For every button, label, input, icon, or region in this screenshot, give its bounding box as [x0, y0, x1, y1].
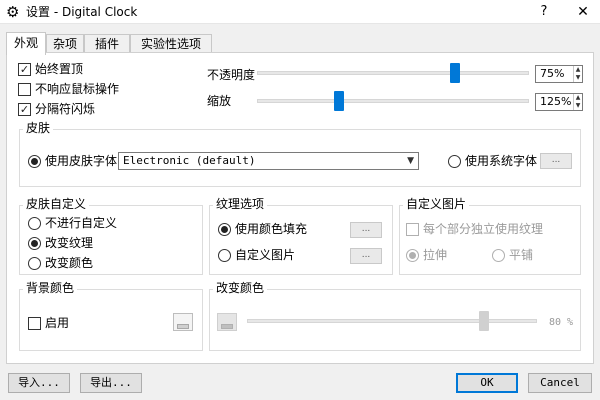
ignore-mouse-checkbox[interactable] — [18, 83, 31, 96]
zoom-label: 缩放 — [207, 94, 232, 108]
per-part-texture-label: 每个部分独立使用纹理 — [423, 222, 544, 236]
color-fill-button[interactable]: ... — [350, 222, 382, 238]
opacity-spinbox[interactable]: 75% ▲ ▼ — [535, 65, 583, 83]
import-button[interactable]: 导入... — [8, 373, 70, 393]
opacity-value: 75% — [540, 67, 565, 80]
use-system-font-radio[interactable] — [448, 155, 461, 168]
skin-select[interactable]: Electronic (default) ▼ — [118, 152, 419, 170]
change-color-radio[interactable] — [28, 257, 41, 270]
use-skin-font-radio[interactable] — [28, 155, 41, 168]
change-texture-radio[interactable] — [28, 237, 41, 250]
tile-radio[interactable] — [492, 249, 505, 262]
zoom-value: 125% — [540, 95, 572, 108]
custom-image-group — [399, 205, 581, 275]
background-color-group-title: 背景颜色 — [23, 281, 78, 295]
chevron-down-icon: ▼ — [407, 156, 414, 166]
use-system-font-label: 使用系统字体 — [465, 154, 538, 168]
separator-blink-checkbox[interactable]: ✓ — [18, 103, 31, 116]
opacity-slider-thumb[interactable] — [450, 63, 460, 83]
change-color-value: 80 % — [549, 317, 574, 328]
custom-image-group-title: 自定义图片 — [403, 197, 470, 211]
help-button[interactable]: ? — [530, 0, 558, 24]
tab-appearance[interactable]: 外观 — [6, 32, 46, 55]
tab-plugins[interactable]: 插件 — [84, 34, 130, 54]
no-customization-radio[interactable] — [28, 217, 41, 230]
always-on-top-label: 始终置顶 — [35, 62, 84, 76]
change-color-slider-thumb[interactable] — [479, 311, 489, 331]
color-fill-label: 使用颜色填充 — [235, 222, 308, 236]
opacity-label: 不透明度 — [207, 68, 256, 82]
spin-arrows-icon[interactable]: ▲ ▼ — [573, 94, 582, 110]
appearance-panel: ✓ 始终置顶 不响应鼠标操作 ✓ 分隔符闪烁 不透明度 75% ▲ ▼ 缩放 12… — [6, 52, 594, 364]
change-color-swatch[interactable] — [217, 313, 237, 331]
stretch-label: 拉伸 — [423, 248, 448, 262]
ignore-mouse-label: 不响应鼠标操作 — [35, 82, 120, 96]
skin-custom-group-title: 皮肤自定义 — [23, 197, 90, 211]
per-part-texture-checkbox[interactable] — [406, 223, 419, 236]
zoom-slider-thumb[interactable] — [334, 91, 344, 111]
enable-background-label: 启用 — [45, 316, 70, 330]
export-button[interactable]: 导出... — [80, 373, 142, 393]
tab-misc[interactable]: 杂项 — [46, 34, 84, 54]
change-color-slider-track[interactable] — [247, 319, 537, 323]
change-color-group-title: 改变颜色 — [213, 281, 268, 295]
cancel-button[interactable]: Cancel — [528, 373, 592, 393]
gear-icon: ⚙ — [6, 3, 20, 21]
skin-group-title: 皮肤 — [23, 121, 54, 135]
window-title: 设置 - Digital Clock — [26, 5, 138, 19]
background-color-swatch[interactable] — [173, 313, 193, 331]
custom-image-button[interactable]: ... — [350, 248, 382, 264]
texture-group — [209, 205, 393, 275]
separator-blink-label: 分隔符闪烁 — [35, 102, 96, 116]
zoom-spinbox[interactable]: 125% ▲ ▼ — [535, 93, 583, 111]
change-color-label: 改变颜色 — [45, 256, 94, 270]
enable-background-checkbox[interactable] — [28, 317, 41, 330]
stretch-radio[interactable] — [406, 249, 419, 262]
ok-button[interactable]: OK — [456, 373, 518, 393]
opacity-slider-track[interactable] — [257, 71, 529, 75]
close-button[interactable]: ✕ — [566, 0, 600, 24]
texture-group-title: 纹理选项 — [213, 197, 268, 211]
title-bar: ⚙ 设置 - Digital Clock ? ✕ — [0, 0, 600, 24]
skin-select-value: Electronic (default) — [123, 154, 256, 167]
always-on-top-checkbox[interactable]: ✓ — [18, 63, 31, 76]
system-font-button[interactable]: ... — [540, 153, 572, 169]
custom-image-radio[interactable] — [218, 249, 231, 262]
use-skin-font-label: 使用皮肤字体 — [45, 154, 118, 168]
tile-label: 平铺 — [509, 248, 534, 262]
custom-image-label: 自定义图片 — [235, 248, 296, 262]
tab-experimental[interactable]: 实验性选项 — [130, 34, 212, 54]
zoom-slider-track[interactable] — [257, 99, 529, 103]
change-texture-label: 改变纹理 — [45, 236, 94, 250]
no-customization-label: 不进行自定义 — [45, 216, 118, 230]
spin-arrows-icon[interactable]: ▲ ▼ — [573, 66, 582, 82]
color-fill-radio[interactable] — [218, 223, 231, 236]
